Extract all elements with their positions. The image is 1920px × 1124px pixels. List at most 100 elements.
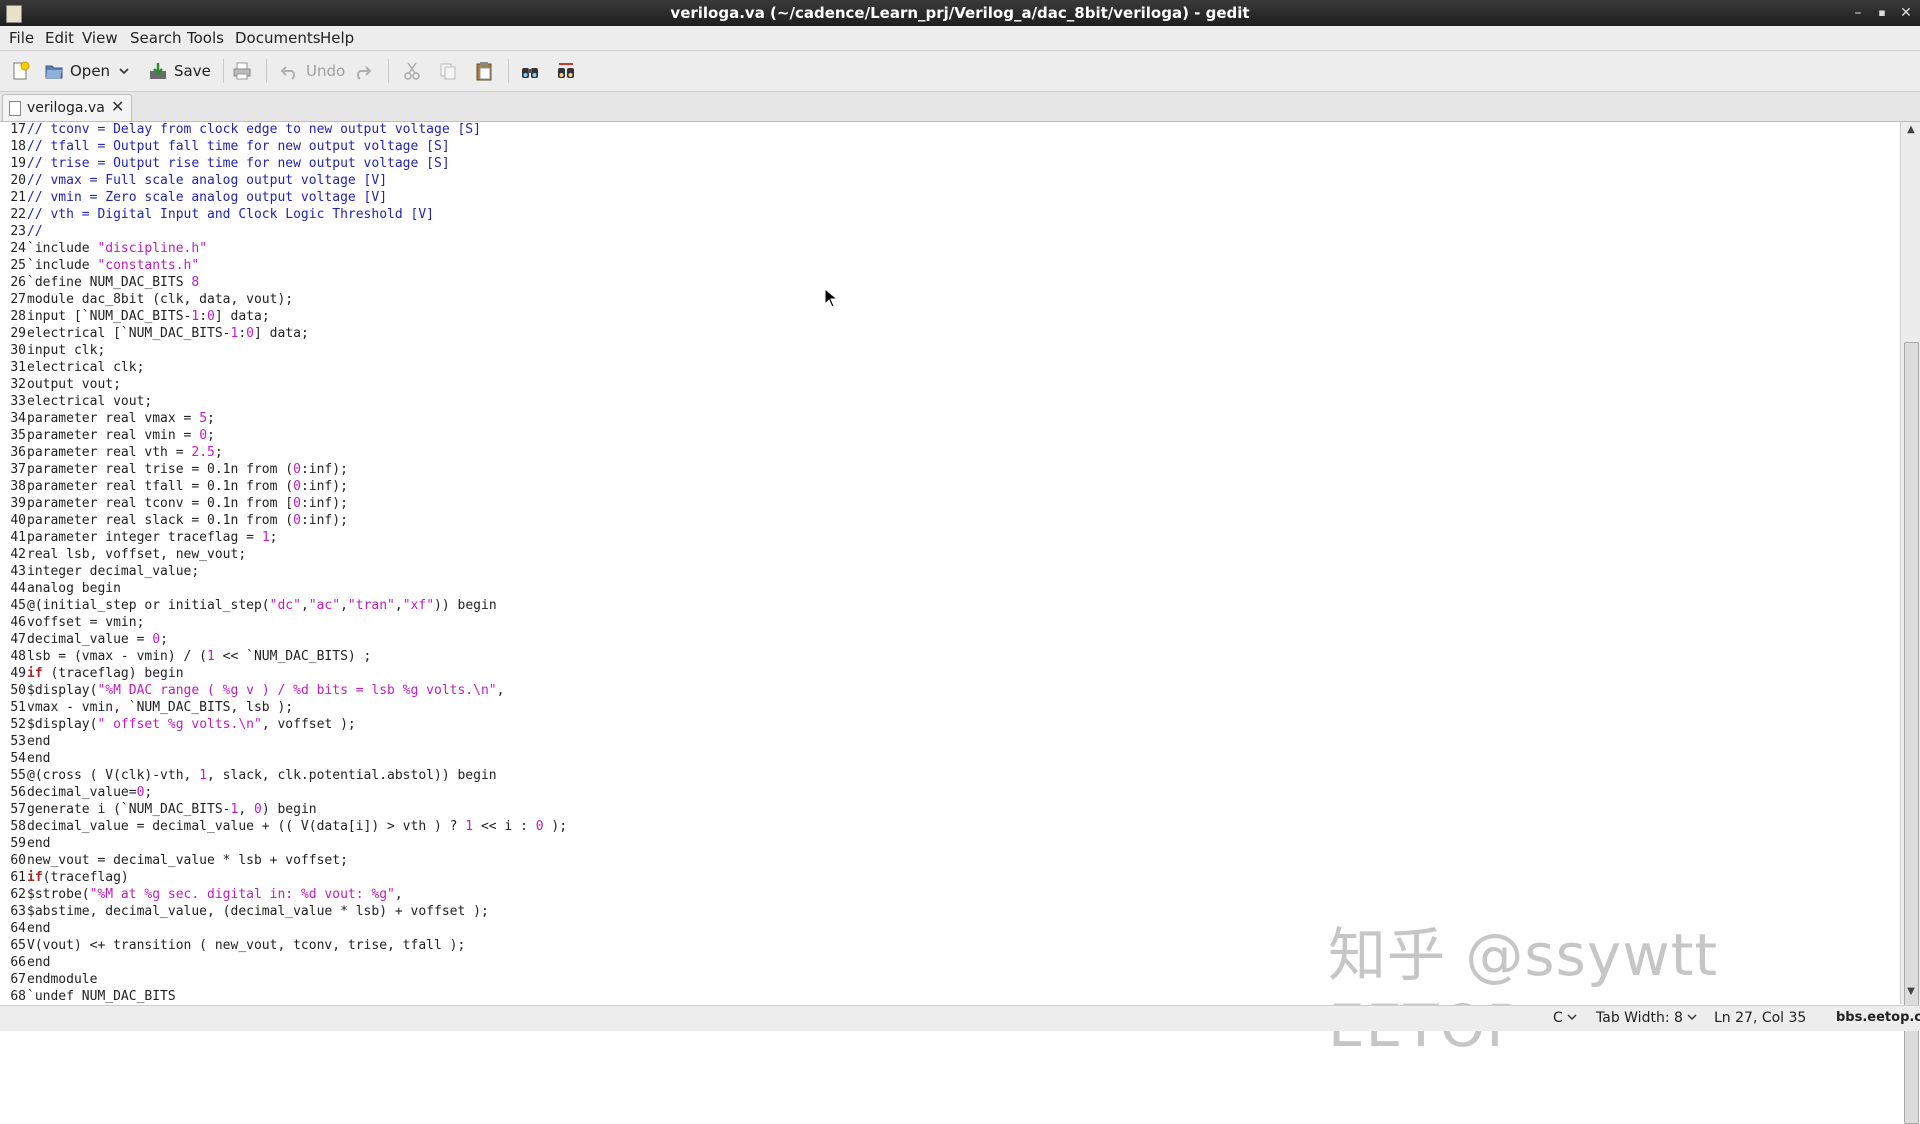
code-text: new_vout = decimal_value * lsb + voffset… [27, 853, 348, 868]
line-number: 26 [10, 275, 26, 290]
menu-documents[interactable]: Documents [235, 29, 321, 47]
maximize-icon[interactable]: ▪ [1872, 3, 1892, 23]
code-text: // tconv = Delay from clock edge to new … [27, 122, 481, 137]
code-text: // tfall = Output fall time for new outp… [27, 139, 450, 154]
code-text: `include "discipline.h" [27, 241, 208, 256]
save-button[interactable]: Save [148, 58, 211, 84]
menu-file[interactable]: File [9, 29, 34, 47]
code-line: 59end [0, 835, 567, 852]
tab-veriloga[interactable]: veriloga.va ✕ [2, 94, 132, 121]
toolbar-separator [223, 59, 224, 83]
code-line: 53end [0, 733, 567, 750]
code-line: 39parameter real tconv = 0.1n from [0:in… [0, 495, 567, 512]
menu-edit[interactable]: Edit [45, 29, 74, 47]
line-number: 68 [10, 989, 26, 1004]
line-number: 67 [10, 972, 26, 987]
menu-search[interactable]: Search [130, 29, 182, 47]
code-text: module dac_8bit (clk, data, vout); [27, 292, 294, 307]
paste-button[interactable] [474, 58, 500, 84]
code-line: 29electrical [`NUM_DAC_BITS-1:0] data; [0, 325, 567, 342]
code-line: 42real lsb, voffset, new_vout; [0, 546, 567, 563]
undo-icon [280, 66, 295, 80]
line-number: 32 [10, 377, 26, 392]
line-number: 24 [10, 241, 26, 256]
code-line: 66end [0, 954, 567, 971]
code-text: input [`NUM_DAC_BITS-1:0] data; [27, 309, 270, 324]
code-line: 64end [0, 920, 567, 937]
code-text: parameter real slack = 0.1n from (0:inf)… [27, 513, 348, 528]
menu-tools[interactable]: Tools [187, 29, 224, 47]
code-text: parameter real tfall = 0.1n from (0:inf)… [27, 479, 348, 494]
find-button[interactable] [520, 58, 546, 84]
line-number: 64 [10, 921, 26, 936]
code-line: 40parameter real slack = 0.1n from (0:in… [0, 512, 567, 529]
code-text: end [27, 751, 51, 766]
code-text: parameter real vmin = 0; [27, 428, 215, 443]
title-bar: veriloga.va (~/cadence/Learn_prj/Verilog… [0, 0, 1920, 26]
undo-label: Undo [306, 62, 346, 80]
copy-icon [440, 63, 456, 80]
save-icon [150, 63, 166, 79]
code-line: 24`include "discipline.h" [0, 240, 567, 257]
new-document-button[interactable] [10, 58, 36, 84]
tab-width-selector[interactable]: Tab Width: 8 [1596, 1010, 1697, 1026]
close-window-icon[interactable]: ✕ [1896, 3, 1916, 23]
code-line: 32output vout; [0, 376, 567, 393]
menu-view[interactable]: View [82, 29, 118, 47]
code-line: 37parameter real trise = 0.1n from (0:in… [0, 461, 567, 478]
line-number: 55 [10, 768, 26, 783]
toolbar-separator [388, 59, 389, 83]
code-line: 54end [0, 750, 567, 767]
scissors-icon [404, 62, 420, 80]
code-line: 30input clk; [0, 342, 567, 359]
open-button[interactable]: Open [44, 58, 110, 84]
code-line: 68`undef NUM_DAC_BITS [0, 988, 567, 1004]
menu-bar: File Edit View Search Tools Documents He… [0, 26, 1920, 51]
code-line: 38parameter real tfall = 0.1n from (0:in… [0, 478, 567, 495]
code-line: 22// vth = Digital Input and Clock Logic… [0, 206, 567, 223]
code-text: // [27, 224, 43, 239]
code-text: generate i (`NUM_DAC_BITS-1, 0) begin [27, 802, 317, 817]
redo-button[interactable] [352, 58, 378, 84]
code-line: 45@(initial_step or initial_step("dc","a… [0, 597, 567, 614]
code-text: decimal_value=0; [27, 785, 153, 800]
line-number: 65 [10, 938, 26, 953]
line-number: 34 [10, 411, 26, 426]
close-tab-icon[interactable]: ✕ [111, 97, 124, 116]
line-number: 47 [10, 632, 26, 647]
open-label: Open [70, 62, 111, 80]
open-recent-dropdown[interactable] [118, 58, 130, 84]
line-number: 39 [10, 496, 26, 511]
language-selector[interactable]: C [1553, 1010, 1577, 1026]
copy-button[interactable] [438, 58, 464, 84]
code-text: // trise = Output rise time for new outp… [27, 156, 450, 171]
minimize-icon[interactable]: – [1848, 3, 1868, 23]
line-number: 61 [10, 870, 26, 885]
undo-button[interactable]: Undo [280, 58, 345, 84]
find-replace-button[interactable] [556, 58, 582, 84]
line-number: 44 [10, 581, 26, 596]
line-number: 58 [10, 819, 26, 834]
code-text: output vout; [27, 377, 121, 392]
line-number: 45 [10, 598, 26, 613]
watermark: 知乎 @ssywtt EETOP [1328, 921, 1719, 1060]
vertical-scrollbar[interactable]: ▲ ▼ [1900, 122, 1920, 1124]
cut-button[interactable] [402, 58, 428, 84]
code-text: parameter real tconv = 0.1n from [0:inf)… [27, 496, 348, 511]
document-icon [9, 101, 21, 116]
line-number: 22 [10, 207, 26, 222]
line-number: 52 [10, 717, 26, 732]
line-number: 50 [10, 683, 26, 698]
line-number: 40 [10, 513, 26, 528]
scroll-up-icon[interactable]: ▲ [1901, 124, 1920, 140]
print-button[interactable] [232, 58, 258, 84]
menu-help[interactable]: Help [320, 29, 354, 47]
code-text: $strobe("%M at %g sec. digital in: %d vo… [27, 887, 403, 902]
code-editor[interactable]: 17// tconv = Delay from clock edge to ne… [0, 122, 1900, 1004]
binoculars-icon [522, 68, 538, 78]
site-watermark: bbs.eetop.cn [1836, 1010, 1920, 1025]
line-number: 38 [10, 479, 26, 494]
line-number: 63 [10, 904, 26, 919]
code-text: parameter real vmax = 5; [27, 411, 215, 426]
toolbar: Open Save Undo [0, 51, 1920, 92]
